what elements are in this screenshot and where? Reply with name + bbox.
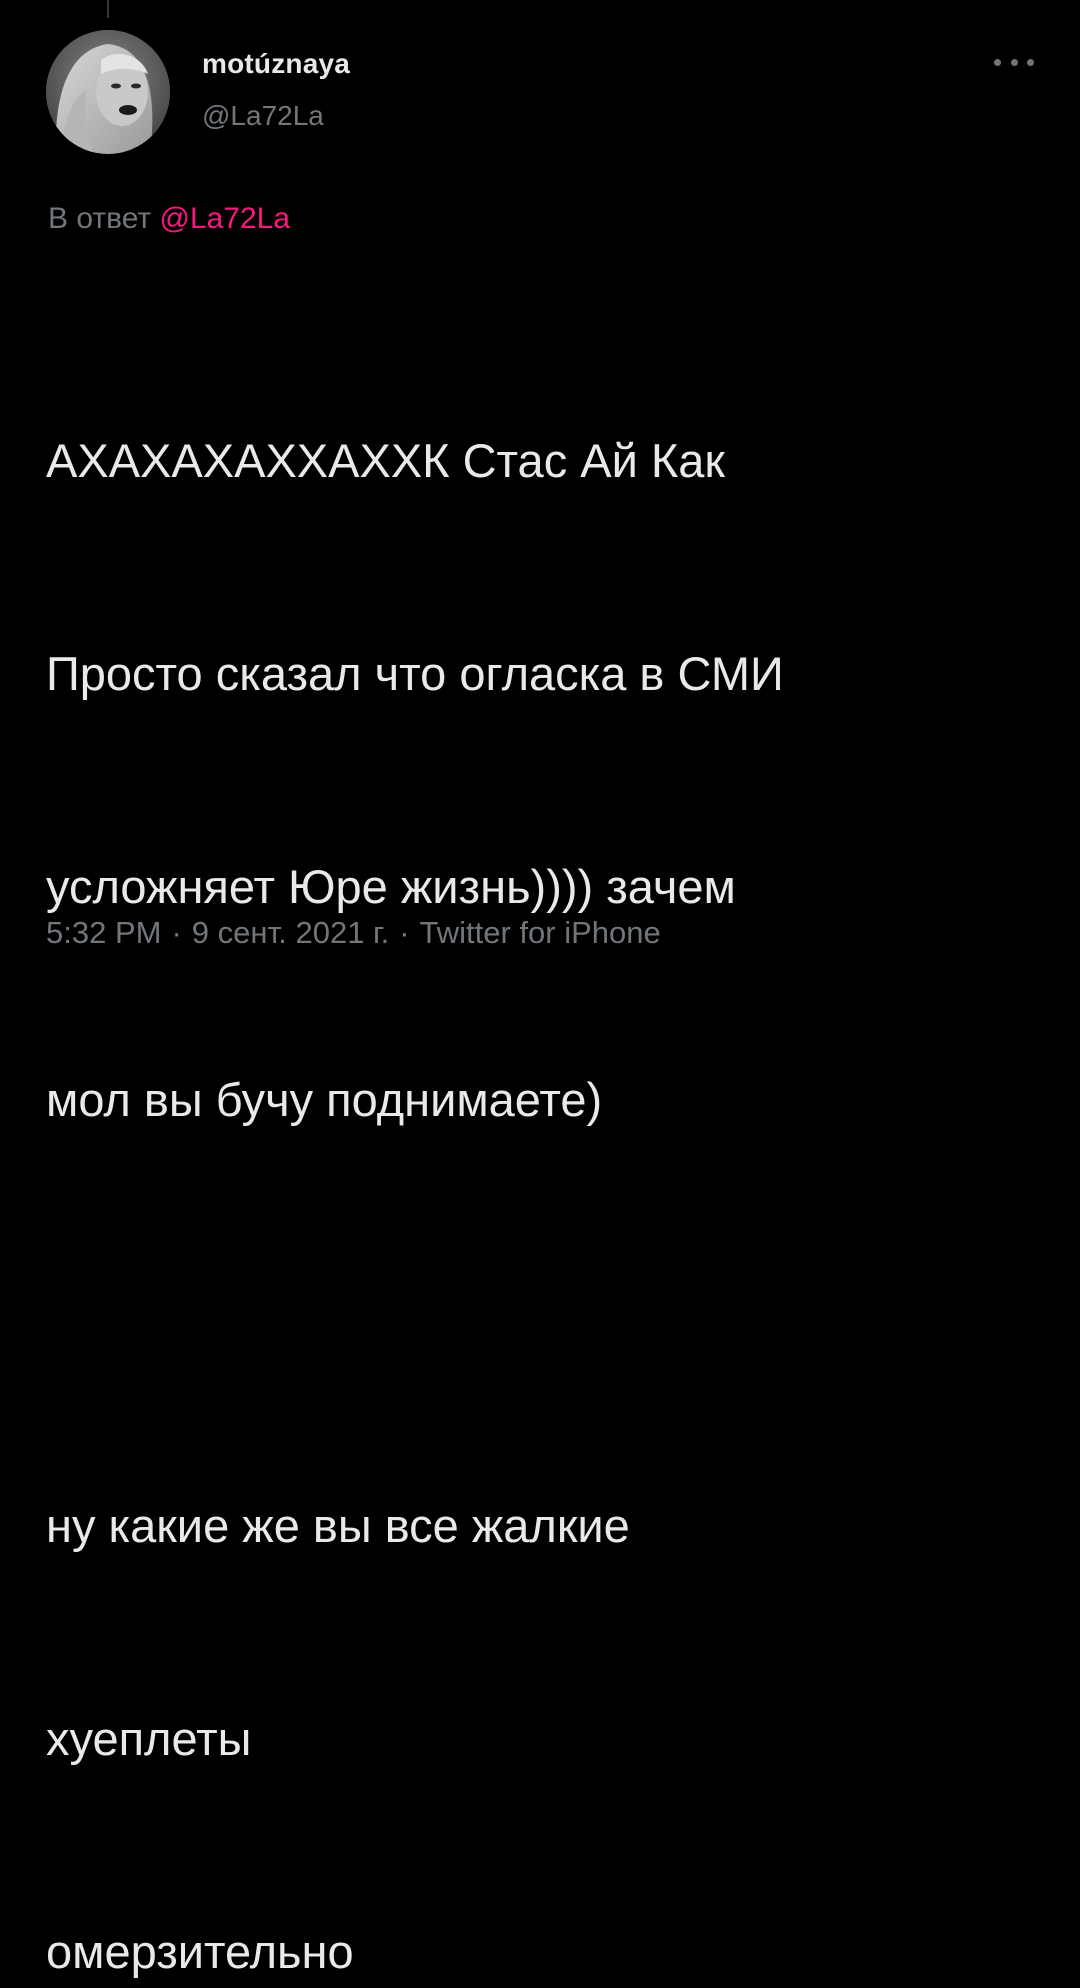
dot [1027, 58, 1034, 66]
tweet-text-line: Просто сказал что огласка в СМИ [46, 647, 784, 700]
tweet-date[interactable]: 9 сент. 2021 г. [192, 915, 389, 950]
more-options-icon[interactable] [994, 52, 1034, 72]
reply-mention-link[interactable]: @La72La [159, 202, 290, 235]
reply-context: В ответ @La72La [48, 202, 290, 236]
tweet-text-line: АХАХАХАХХАХХК Стас Ай Как [46, 434, 725, 487]
avatar-photo-icon [46, 30, 170, 154]
user-handle[interactable]: @La72La [202, 100, 324, 132]
separator: · [399, 915, 410, 950]
tweet-source: Twitter for iPhone [419, 915, 661, 950]
tweet-header: motúznaya @La72La [46, 30, 1046, 156]
separator: · [171, 915, 182, 950]
tweet-text-line: омерзительно [46, 1925, 354, 1978]
tweet-metadata: 5:32 PM · 9 сент. 2021 г. · Twitter for iPho… [46, 915, 661, 951]
dot [994, 58, 1001, 66]
reply-prefix: В ответ [48, 202, 152, 235]
tweet-text-line: ну какие же вы все жалкие [46, 1499, 630, 1552]
display-name[interactable]: motúznaya [202, 48, 350, 80]
thread-connector-line [107, 0, 109, 18]
avatar[interactable] [46, 30, 170, 154]
dot [1010, 58, 1018, 66]
tweet-text-line: усложняет Юре жизнь)))) зачем [46, 860, 736, 913]
tweet-text-line: хуеплеты [46, 1712, 252, 1765]
tweet-text-line: мол вы бучу поднимаете) [46, 1073, 603, 1126]
tweet-time[interactable]: 5:32 PM [46, 915, 161, 950]
tweet-body: АХАХАХАХХАХХК Стас Ай Как Просто сказал … [46, 283, 1046, 1988]
